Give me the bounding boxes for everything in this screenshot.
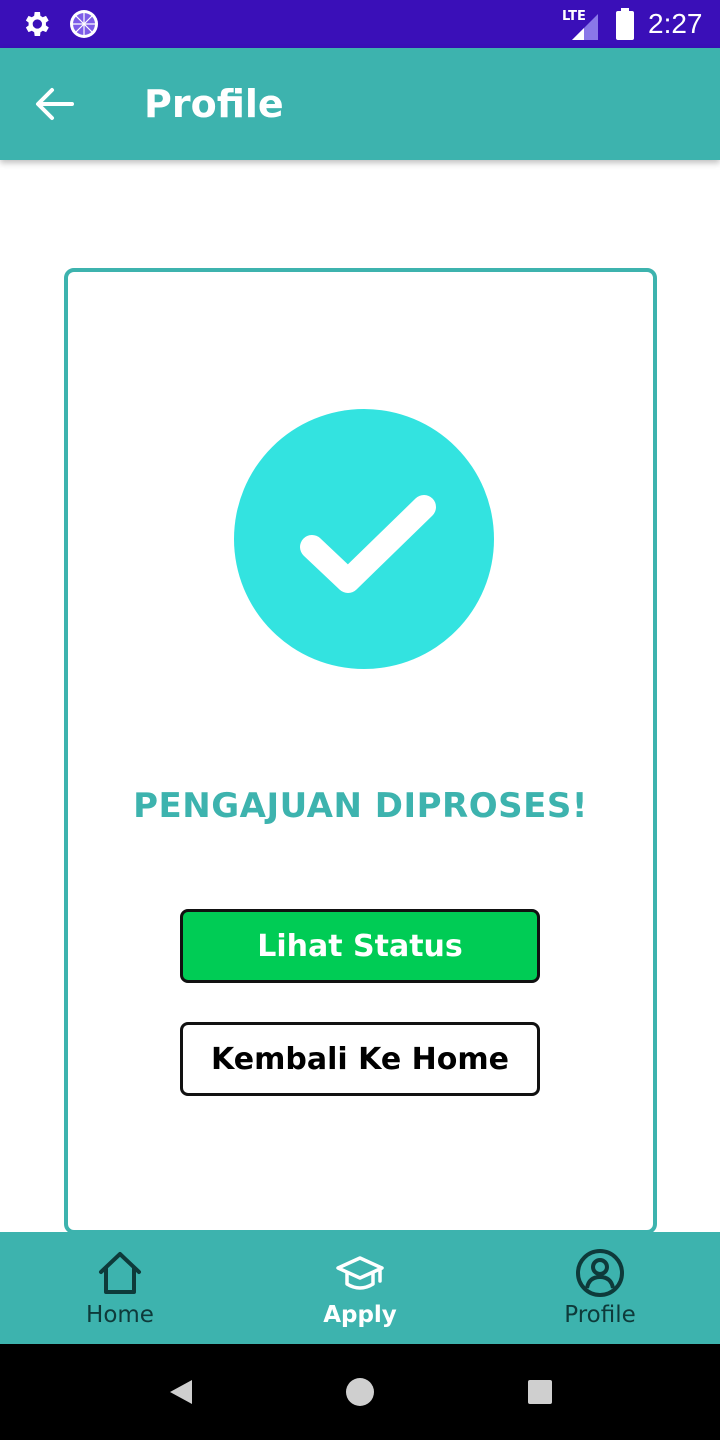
nav-label-home: Home bbox=[86, 1302, 154, 1328]
lte-signal-icon: LTE bbox=[562, 9, 598, 40]
success-card: PENGAJUAN DIPROSES! Lihat Status Kembali… bbox=[64, 268, 657, 1234]
page-title: Profile bbox=[144, 82, 284, 126]
nav-item-profile[interactable]: Profile bbox=[480, 1232, 720, 1344]
view-status-button[interactable]: Lihat Status bbox=[180, 909, 540, 983]
nav-label-profile: Profile bbox=[564, 1302, 636, 1328]
dial-icon bbox=[70, 10, 98, 38]
check-circle-icon bbox=[234, 409, 494, 669]
battery-icon bbox=[616, 8, 634, 40]
clock-time: 2:27 bbox=[648, 8, 703, 39]
status-bar: LTE 2:27 bbox=[0, 0, 720, 48]
back-triangle-icon[interactable] bbox=[162, 1374, 198, 1410]
nav-item-home[interactable]: Home bbox=[0, 1232, 240, 1344]
back-arrow-icon[interactable] bbox=[34, 86, 74, 122]
profile-icon bbox=[576, 1249, 624, 1297]
svg-text:LTE: LTE bbox=[562, 9, 586, 24]
bottom-navigation: Home Apply Profile bbox=[0, 1232, 720, 1344]
graduation-cap-icon bbox=[336, 1256, 384, 1290]
home-icon bbox=[99, 1252, 141, 1294]
recents-square-icon[interactable] bbox=[522, 1374, 558, 1410]
nav-label-apply: Apply bbox=[323, 1302, 397, 1328]
settings-icon bbox=[25, 12, 49, 36]
system-navigation-bar bbox=[0, 1344, 720, 1440]
back-to-home-button[interactable]: Kembali Ke Home bbox=[180, 1022, 540, 1096]
nav-item-apply[interactable]: Apply bbox=[240, 1232, 480, 1344]
home-circle-icon[interactable] bbox=[342, 1374, 378, 1410]
app-bar: Profile bbox=[0, 48, 720, 160]
status-message: PENGAJUAN DIPROSES! bbox=[133, 786, 588, 826]
